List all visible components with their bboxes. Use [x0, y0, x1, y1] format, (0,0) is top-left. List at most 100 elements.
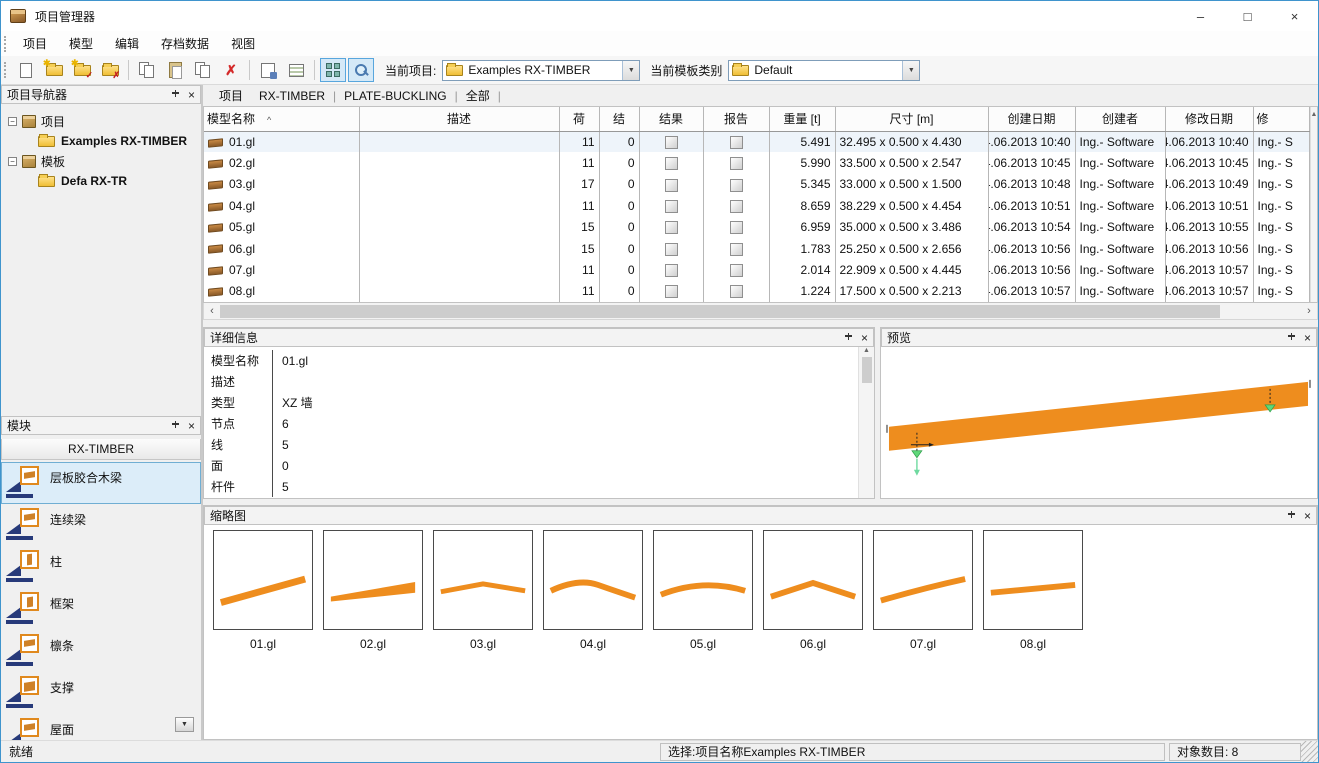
thumbnail-item[interactable]: 08.gl	[983, 530, 1083, 651]
column-header-model-name[interactable]: 模型名称^	[204, 107, 359, 131]
close-icon[interactable]: ×	[1304, 332, 1311, 344]
minimize-button[interactable]: –	[1177, 1, 1224, 31]
tree-item-default-template[interactable]: Defa RX-TR	[1, 171, 201, 191]
menu-view[interactable]: 视图	[220, 31, 266, 56]
new-project-button[interactable]: ✱	[41, 58, 67, 82]
pin-icon[interactable]	[844, 332, 853, 343]
maximize-button[interactable]: □	[1224, 1, 1271, 31]
close-button[interactable]: ×	[1271, 1, 1318, 31]
report-checkbox[interactable]	[730, 157, 743, 170]
tree-item-examples-rx-timber[interactable]: Examples RX-TIMBER	[1, 131, 201, 151]
thumbnail-item[interactable]: 03.gl	[433, 530, 533, 651]
pin-icon[interactable]	[171, 420, 180, 431]
report-checkbox[interactable]	[730, 285, 743, 298]
results-checkbox[interactable]	[665, 221, 678, 234]
column-header-report[interactable]: 报告	[703, 107, 769, 131]
column-header-load-cases[interactable]: 荷	[559, 107, 599, 131]
scrollbar-thumb[interactable]	[220, 305, 1220, 318]
pin-icon[interactable]	[1287, 510, 1296, 521]
column-header-results[interactable]: 结果	[639, 107, 703, 131]
tab-plate-buckling[interactable]: PLATE-BUCKLING	[336, 89, 454, 103]
details-view-toggle[interactable]	[348, 58, 374, 82]
table-row[interactable]: 04.gl 11 0 8.659 38.229 x 0.500 x 4.454 …	[204, 195, 1309, 216]
pin-icon[interactable]	[171, 89, 180, 100]
tab-project[interactable]: 项目	[211, 87, 251, 104]
column-header-weight[interactable]: 重量 [t]	[769, 107, 835, 131]
menu-edit[interactable]: 编辑	[104, 31, 150, 56]
results-checkbox[interactable]	[665, 243, 678, 256]
column-header-size[interactable]: 尺寸 [m]	[835, 107, 988, 131]
edit-project-button[interactable]: ✗	[97, 58, 123, 82]
dropdown-arrow-icon[interactable]: ▼	[622, 61, 639, 80]
scroll-right-icon[interactable]: ›	[1301, 304, 1317, 319]
module-item-glulam-beam[interactable]: 层板胶合木梁	[1, 462, 201, 504]
close-icon[interactable]: ×	[861, 332, 868, 344]
results-checkbox[interactable]	[665, 264, 678, 277]
results-checkbox[interactable]	[665, 157, 678, 170]
column-header-creator[interactable]: 创建者	[1075, 107, 1165, 131]
results-checkbox[interactable]	[665, 285, 678, 298]
table-row[interactable]: 06.gl 15 0 1.783 25.250 x 0.500 x 2.656 …	[204, 238, 1309, 259]
table-row[interactable]: 03.gl 17 0 5.345 33.000 x 0.500 x 1.500 …	[204, 174, 1309, 195]
scroll-left-icon[interactable]: ‹	[204, 304, 220, 319]
table-row[interactable]: 08.gl 11 0 1.224 17.500 x 0.500 x 2.213 …	[204, 281, 1309, 302]
new-model-button[interactable]	[13, 58, 39, 82]
module-item-column[interactable]: 柱	[1, 546, 201, 588]
table-row[interactable]: 02.gl 11 0 5.990 33.500 x 0.500 x 2.547 …	[204, 152, 1309, 173]
report-checkbox[interactable]	[730, 243, 743, 256]
report-checkbox[interactable]	[730, 200, 743, 213]
module-item-roof[interactable]: 屋面	[1, 714, 201, 740]
modules-scroll-down-button[interactable]: ▼	[175, 717, 194, 732]
table-row[interactable]: 07.gl 11 0 2.014 22.909 x 0.500 x 4.445 …	[204, 259, 1309, 280]
scroll-up-icon[interactable]: ▲	[863, 347, 870, 354]
copy-special-button[interactable]	[190, 58, 216, 82]
tab-rx-timber[interactable]: RX-TIMBER	[251, 89, 333, 103]
current-project-combobox[interactable]: Examples RX-TIMBER ▼	[442, 60, 640, 81]
column-header-result-cases[interactable]: 结	[599, 107, 639, 131]
details-vertical-scrollbar[interactable]: ▲	[858, 347, 874, 498]
table-vertical-scrollbar[interactable]: ▲	[1310, 107, 1318, 302]
connect-network-button[interactable]	[255, 58, 281, 82]
collapse-icon[interactable]: −	[8, 157, 17, 166]
column-header-description[interactable]: 描述	[359, 107, 559, 131]
report-checkbox[interactable]	[730, 264, 743, 277]
menu-model[interactable]: 模型	[58, 31, 104, 56]
tree-node-projects[interactable]: − 项目	[1, 111, 201, 131]
thumbnail-item[interactable]: 04.gl	[543, 530, 643, 651]
close-icon[interactable]: ×	[1304, 510, 1311, 522]
template-category-combobox[interactable]: Default ▼	[728, 60, 920, 81]
menu-project[interactable]: 项目	[12, 31, 58, 56]
report-checkbox[interactable]	[730, 179, 743, 192]
tiles-view-toggle[interactable]	[320, 58, 346, 82]
thumbnail-item[interactable]: 02.gl	[323, 530, 423, 651]
dropdown-arrow-icon[interactable]: ▼	[902, 61, 919, 80]
tree-node-templates[interactable]: − 模板	[1, 151, 201, 171]
results-checkbox[interactable]	[665, 179, 678, 192]
close-icon[interactable]: ×	[188, 89, 195, 101]
module-item-frame[interactable]: 框架	[1, 588, 201, 630]
report-checkbox[interactable]	[730, 221, 743, 234]
thumbnail-item[interactable]: 01.gl	[213, 530, 313, 651]
copy-button[interactable]	[134, 58, 160, 82]
resize-grip[interactable]	[1301, 741, 1318, 762]
results-checkbox[interactable]	[665, 136, 678, 149]
table-row[interactable]: 05.gl 15 0 6.959 35.000 x 0.500 x 3.486 …	[204, 217, 1309, 238]
column-header-modifier[interactable]: 修	[1253, 107, 1309, 131]
thumbnail-item[interactable]: 05.gl	[653, 530, 753, 651]
menu-archive-data[interactable]: 存档数据	[150, 31, 220, 56]
paste-button[interactable]	[162, 58, 188, 82]
delete-button[interactable]: ✗	[218, 58, 244, 82]
table-horizontal-scrollbar[interactable]: ‹ ›	[203, 303, 1318, 320]
column-header-created[interactable]: 创建日期	[988, 107, 1075, 131]
results-checkbox[interactable]	[665, 200, 678, 213]
preview-viewport[interactable]	[881, 347, 1317, 498]
column-header-modified[interactable]: 修改日期	[1165, 107, 1253, 131]
modules-group-header[interactable]: RX-TIMBER	[1, 439, 201, 460]
module-item-purlin[interactable]: 檩条	[1, 630, 201, 672]
pin-icon[interactable]	[1287, 332, 1296, 343]
scrollbar-thumb[interactable]	[862, 357, 872, 383]
scroll-up-icon[interactable]: ▲	[1311, 107, 1318, 121]
toolbar-grip[interactable]	[4, 62, 8, 78]
open-project-button[interactable]: ✱✓	[69, 58, 95, 82]
report-checkbox[interactable]	[730, 136, 743, 149]
